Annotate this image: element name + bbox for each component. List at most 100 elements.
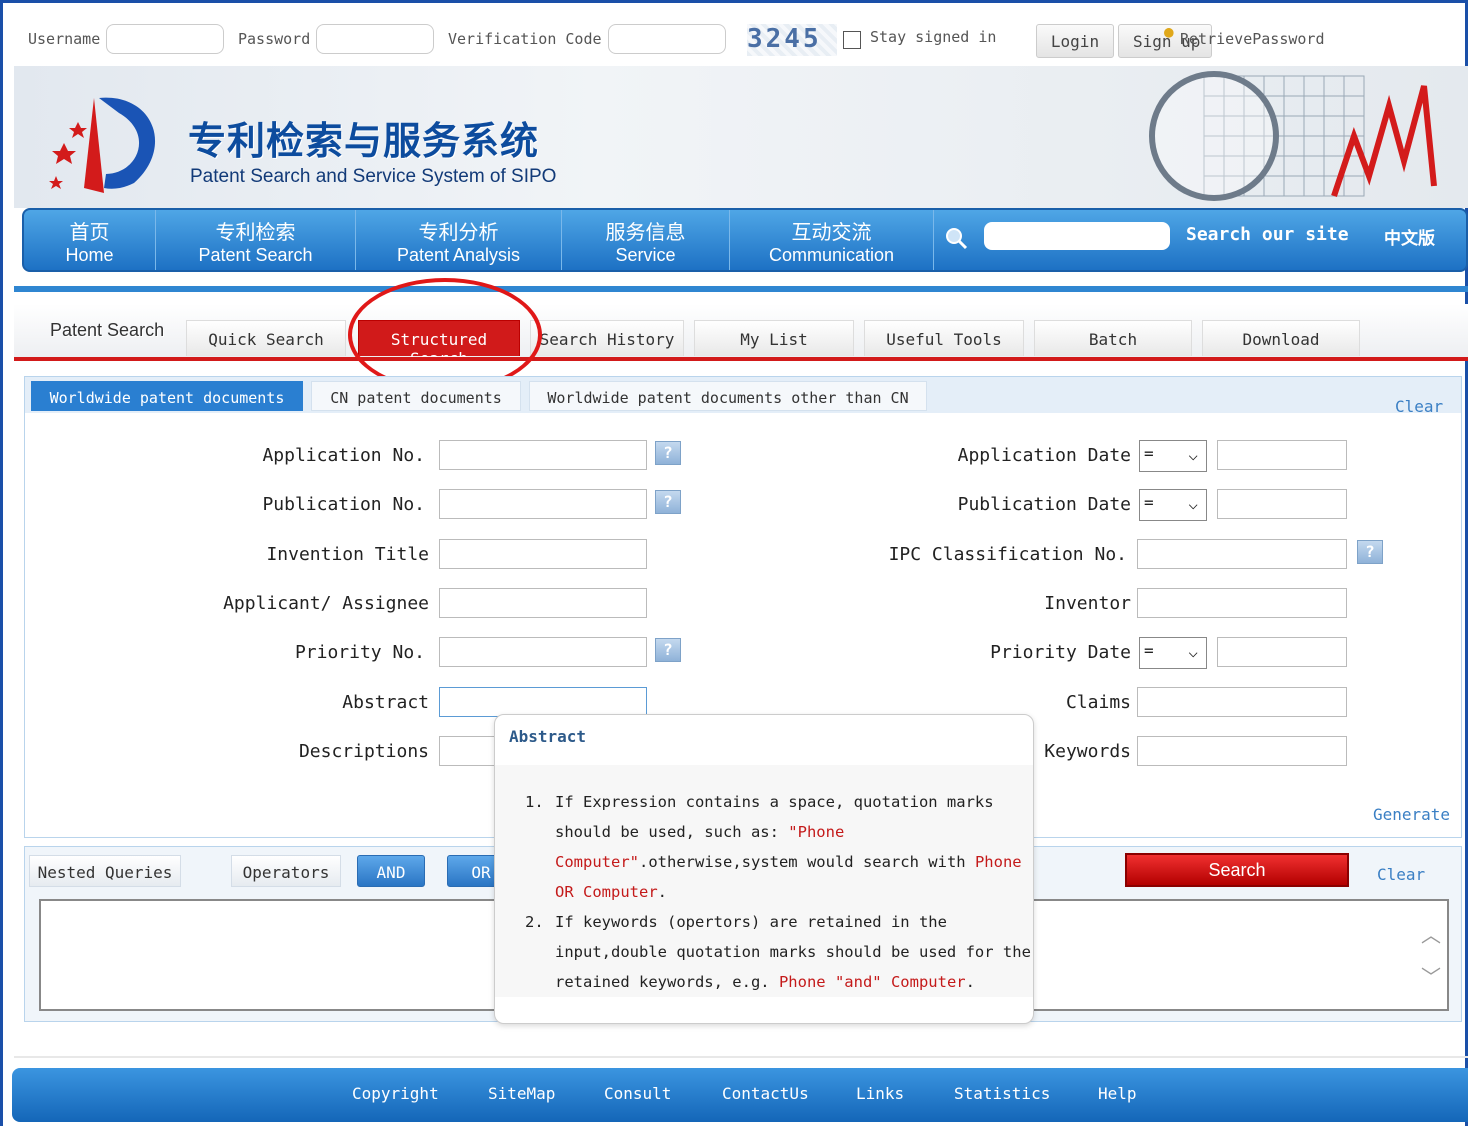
nav-communication-en: Communication	[768, 245, 895, 265]
nav-home[interactable]: 首页 Home	[24, 210, 156, 270]
label-inventor: Inventor	[1044, 593, 1131, 614]
label-priority-date: Priority Date	[990, 642, 1131, 663]
label-claims: Claims	[1065, 692, 1131, 713]
tooltip-example: Phone	[974, 853, 1022, 871]
publication-date-operator-select[interactable]: = ⌵	[1139, 489, 1207, 521]
operator-value: =	[1144, 493, 1154, 512]
retrieve-password-link[interactable]: RetrievePassword	[1180, 30, 1325, 48]
nav-patent-analysis[interactable]: 专利分析 Patent Analysis	[356, 210, 562, 270]
priority-date-operator-select[interactable]: = ⌵	[1139, 637, 1207, 669]
priority-no-input[interactable]	[439, 637, 647, 667]
tab-nested-queries[interactable]: Nested Queries	[29, 855, 181, 887]
tooltip-example: "Phone	[788, 823, 845, 841]
site-search-input[interactable]	[984, 222, 1170, 250]
tab-my-list[interactable]: My List	[694, 320, 854, 356]
keywords-input[interactable]	[1137, 736, 1347, 766]
priority-date-input[interactable]	[1217, 637, 1347, 667]
and-operator-button[interactable]: AND	[357, 855, 425, 887]
verification-label: Verification Code	[448, 30, 602, 48]
clear-query-link[interactable]: Clear	[1377, 865, 1425, 884]
tooltip-text: should be used, such as: "Phone	[555, 823, 844, 841]
footer-link-sitemap[interactable]: SiteMap	[488, 1084, 555, 1103]
stay-signed-in-checkbox[interactable]	[843, 31, 861, 49]
label-priority-no: Priority No.	[294, 642, 425, 663]
username-input[interactable]	[106, 24, 224, 54]
publication-date-input[interactable]	[1217, 489, 1347, 519]
nav-patent-search-cn: 专利检索	[215, 220, 296, 244]
divider	[14, 1056, 1468, 1058]
banner-title-cn: 专利检索与服务系统	[188, 119, 540, 163]
nav-patent-search[interactable]: 专利检索 Patent Search	[156, 210, 356, 270]
verification-input[interactable]	[608, 24, 726, 54]
help-icon[interactable]: ?	[655, 638, 681, 662]
main-nav: 首页 Home 专利检索 Patent Search 专利分析 Patent A…	[22, 208, 1468, 272]
label-publication-no: Publication No.	[262, 494, 425, 515]
footer-link-copyright[interactable]: Copyright	[352, 1084, 439, 1103]
help-icon[interactable]: ?	[1357, 540, 1383, 564]
nav-service[interactable]: 服务信息 Service	[562, 210, 730, 270]
search-our-site-button[interactable]: Search our site	[1186, 224, 1349, 245]
chevron-down-icon: ⌵	[1188, 494, 1198, 513]
help-icon[interactable]: ?	[655, 490, 681, 514]
footer-link-links[interactable]: Links	[856, 1084, 904, 1103]
subtab-cn[interactable]: CN patent documents	[311, 381, 521, 411]
footer-link-help[interactable]: Help	[1098, 1084, 1137, 1103]
abstract-input[interactable]	[439, 687, 647, 717]
tab-baseline	[14, 357, 1468, 361]
footer-link-consult[interactable]: Consult	[604, 1084, 671, 1103]
generate-link[interactable]: Generate	[1373, 805, 1450, 824]
language-switch-link[interactable]: 中文版	[1384, 224, 1435, 249]
tab-download[interactable]: Download	[1202, 320, 1360, 356]
label-ipc-classification-no: IPC Classification No.	[888, 544, 1127, 565]
site-footer: Copyright SiteMap Consult ContactUs Link…	[12, 1068, 1468, 1122]
password-input[interactable]	[316, 24, 434, 54]
inventor-input[interactable]	[1137, 588, 1347, 618]
nav-patent-analysis-cn: 专利分析	[418, 220, 499, 244]
help-icon[interactable]: ?	[655, 441, 681, 465]
nav-service-en: Service	[615, 245, 676, 265]
nav-communication[interactable]: 互动交流 Communication	[730, 210, 934, 270]
tooltip-text-segment: should be used, such as:	[555, 823, 789, 841]
label-application-date: Application Date	[957, 445, 1131, 466]
search-icon[interactable]	[944, 226, 968, 250]
label-applicant-assignee: Applicant/ Assignee	[223, 593, 429, 614]
invention-title-input[interactable]	[439, 539, 647, 569]
search-button[interactable]: Search	[1125, 853, 1349, 887]
tooltip-text: If keywords (opertors) are retained in t…	[555, 913, 947, 931]
search-tab-row: Patent Search Quick Search Structured Se…	[14, 304, 1468, 368]
applicant-assignee-input[interactable]	[439, 588, 647, 618]
application-date-input[interactable]	[1217, 440, 1347, 470]
annotation-circle	[348, 278, 542, 392]
application-no-input[interactable]	[439, 440, 647, 470]
subtab-worldwide[interactable]: Worldwide patent documents	[31, 381, 303, 411]
label-publication-date: Publication Date	[957, 494, 1131, 515]
chevron-down-icon: ⌵	[1188, 642, 1198, 661]
claims-input[interactable]	[1137, 687, 1347, 717]
tooltip-text-segment: retained keywords, e.g.	[555, 973, 779, 991]
abstract-help-tooltip: Abstract 1. If Expression contains a spa…	[494, 714, 1034, 1024]
tooltip-example: OR Computer	[555, 883, 658, 901]
tooltip-text: Computer".otherwise,system would search …	[555, 853, 1022, 871]
operator-value: =	[1144, 444, 1154, 463]
patent-search-section-label: Patent Search	[50, 320, 165, 340]
subtab-worldwide-non-cn[interactable]: Worldwide patent documents other than CN	[529, 381, 927, 411]
scroll-down-icon[interactable]: ﹀	[1421, 961, 1441, 990]
footer-link-contactus[interactable]: ContactUs	[722, 1084, 809, 1103]
banner-title-en: Patent Search and Service System of SIPO	[190, 166, 557, 187]
login-button[interactable]: Login	[1036, 24, 1114, 58]
tooltip-body: 1. If Expression contains a space, quota…	[495, 765, 1033, 997]
clear-form-link[interactable]: Clear	[1395, 397, 1443, 416]
captcha-image[interactable]: 3245	[747, 24, 837, 56]
nav-patent-analysis-en: Patent Analysis	[396, 245, 521, 265]
lightbulb-icon: ●	[1164, 22, 1174, 41]
username-label: Username	[28, 30, 101, 48]
tab-batch[interactable]: Batch	[1034, 320, 1192, 356]
tab-useful-tools[interactable]: Useful Tools	[864, 320, 1024, 356]
application-date-operator-select[interactable]: = ⌵	[1139, 440, 1207, 472]
tab-search-history[interactable]: Search History	[530, 320, 684, 356]
publication-no-input[interactable]	[439, 489, 647, 519]
footer-link-statistics[interactable]: Statistics	[954, 1084, 1050, 1103]
scroll-up-icon[interactable]: ︿	[1421, 919, 1441, 948]
tab-quick-search[interactable]: Quick Search	[186, 320, 346, 356]
ipc-classification-input[interactable]	[1137, 539, 1347, 569]
